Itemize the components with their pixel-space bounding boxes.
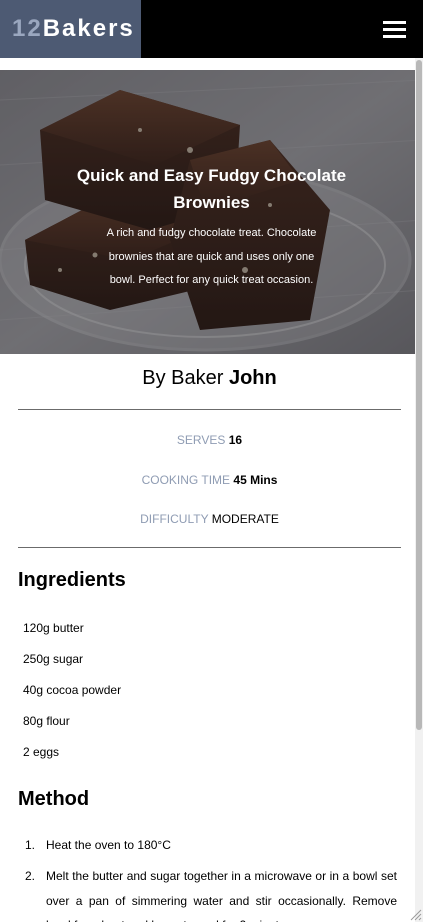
ingredients-heading: Ingredients: [18, 569, 126, 591]
hamburger-menu-icon[interactable]: [383, 20, 406, 38]
method-step-text: Melt the butter and sugar together in a …: [46, 869, 397, 922]
recipe-title: Quick and Easy Fudgy Chocolate Brownies: [76, 166, 347, 212]
stat-difficulty: DIFFICULTY MODERATE: [18, 511, 401, 527]
menu-bar: [383, 35, 406, 38]
ingredient-item: 120g butter: [23, 621, 84, 635]
logo-word: Bakers: [42, 15, 135, 42]
stat-label: COOKING TIME: [141, 473, 231, 487]
ingredient-item: 250g sugar: [23, 652, 84, 666]
divider: [18, 409, 401, 410]
site-header: 12Bakers: [0, 0, 423, 58]
logo-text: 12Bakers: [12, 14, 135, 44]
menu-bar: [383, 28, 406, 31]
scrollbar-thumb[interactable]: [416, 60, 422, 730]
method-step-number: 1.: [25, 838, 36, 852]
author-prefix: By Baker: [142, 367, 224, 389]
ingredient-item: 40g cocoa powder: [23, 683, 122, 697]
recipe-description: A rich and fudgy chocolate treat. Chocol…: [106, 227, 317, 286]
stat-label: SERVES: [176, 433, 226, 447]
stat-cooking-time: COOKING TIME 45 Mins: [18, 472, 401, 488]
resize-grip-icon[interactable]: [409, 908, 422, 921]
method-heading: Method: [18, 788, 90, 810]
menu-bar: [383, 21, 406, 24]
stat-value: 45 Mins: [233, 473, 278, 487]
method-list: 1. Heat the oven to 180°C 2. Melt the bu…: [0, 830, 415, 922]
stat-label: DIFFICULTY: [140, 512, 209, 526]
ingredient-item: 2 eggs: [23, 745, 60, 759]
recipe-hero: Quick and Easy Fudgy Chocolate Brownies …: [0, 70, 423, 354]
method-step-number: 2.: [25, 869, 36, 883]
recipe-author: By Baker John: [18, 365, 401, 391]
method-step-text: Heat the oven to 180°C: [46, 838, 171, 852]
author-name: John: [228, 367, 277, 389]
logo-number: 12: [12, 15, 43, 42]
stat-serves: SERVES 16: [18, 432, 401, 448]
stat-value: 16: [228, 433, 243, 447]
ingredient-item: 80g flour: [23, 714, 70, 728]
divider: [18, 547, 401, 548]
site-logo[interactable]: 12Bakers: [0, 0, 141, 58]
stat-value: MODERATE: [211, 512, 279, 526]
